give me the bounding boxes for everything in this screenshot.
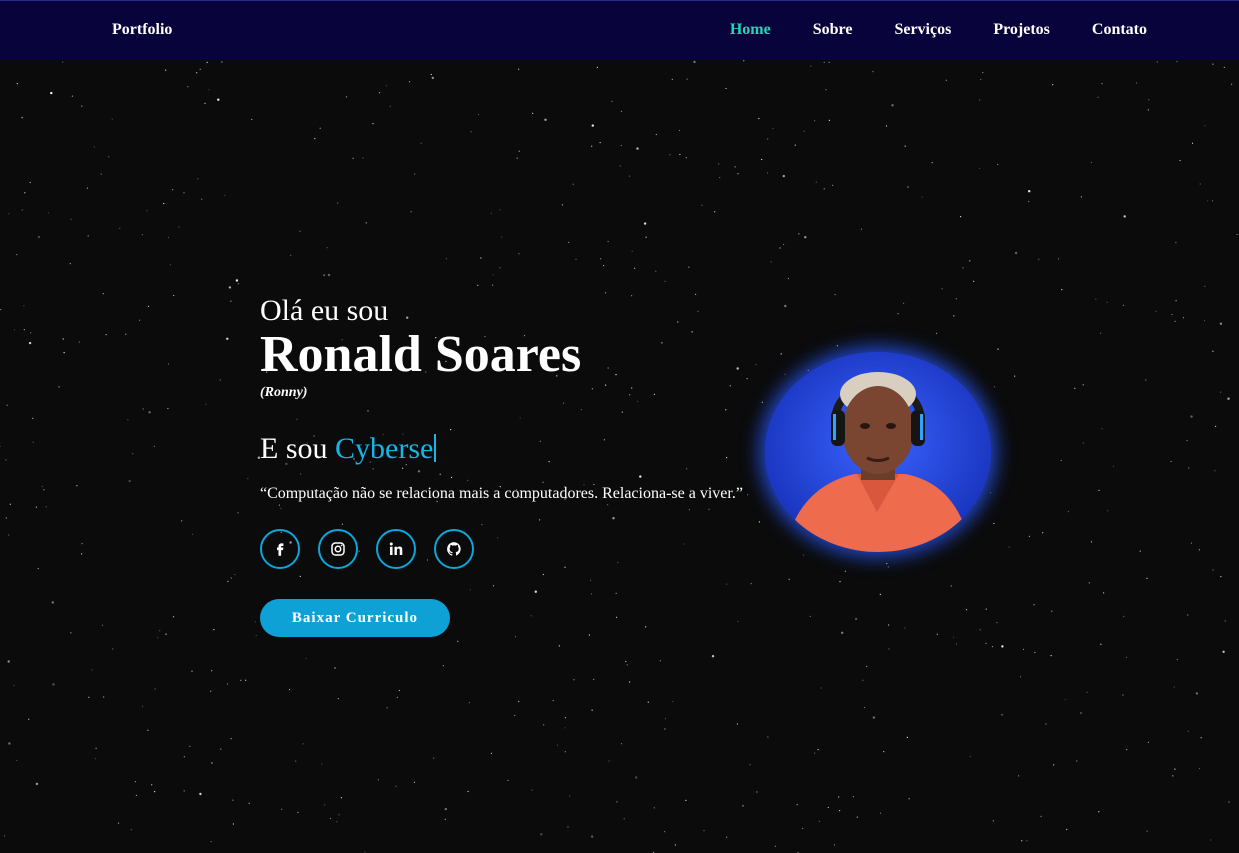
hero-role: E sou Cyberse [260, 431, 780, 467]
github-icon [447, 542, 461, 556]
nav-link-contato[interactable]: Contato [1092, 21, 1147, 39]
download-cv-button[interactable]: Baixar Curriculo [260, 599, 450, 637]
social-links [260, 529, 780, 569]
nav-menu: Home Sobre Serviços Projetos Contato [730, 21, 1147, 39]
linkedin-icon [389, 542, 403, 555]
typing-caret [434, 434, 437, 462]
hero-greeting: Olá eu sou [260, 294, 389, 327]
facebook-link[interactable] [260, 529, 300, 569]
role-prefix: E sou [260, 432, 328, 465]
nav-link-projetos[interactable]: Projetos [993, 21, 1050, 39]
hero-section: Olá eu sou Ronald Soares (Ronny) E sou C… [260, 292, 780, 637]
nav-link-sobre[interactable]: Sobre [813, 21, 853, 39]
facebook-icon [277, 543, 284, 556]
profile-avatar [765, 352, 991, 552]
instagram-icon [331, 542, 345, 556]
hero-quote: “Computação não se relaciona mais a comp… [260, 485, 743, 502]
nav-link-servicos[interactable]: Serviços [894, 21, 951, 39]
profile-photo [765, 352, 991, 552]
github-link[interactable] [434, 529, 474, 569]
linkedin-link[interactable] [376, 529, 416, 569]
nav-link-home[interactable]: Home [730, 21, 771, 39]
hero-nickname: (Ronny) [260, 385, 308, 400]
hero-name: Ronald Soares [260, 326, 582, 383]
instagram-link[interactable] [318, 529, 358, 569]
role-typed-text: Cyberse [335, 432, 434, 465]
navbar: Portfolio Home Sobre Serviços Projetos C… [0, 0, 1239, 60]
brand-logo[interactable]: Portfolio [112, 21, 172, 39]
